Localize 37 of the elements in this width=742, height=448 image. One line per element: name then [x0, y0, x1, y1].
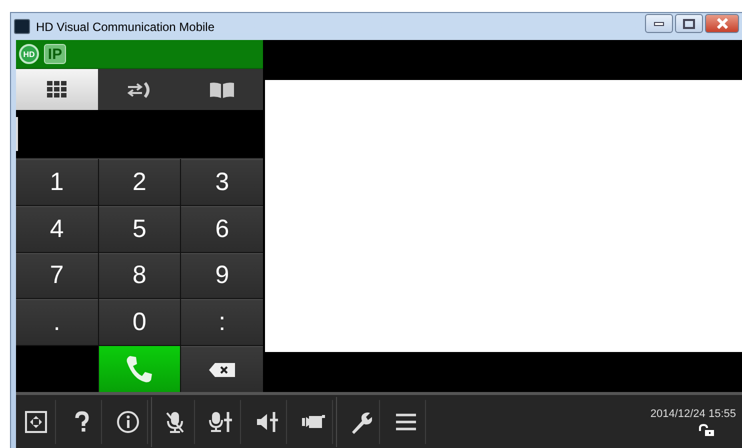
transfer-tab[interactable]	[98, 69, 181, 110]
close-button[interactable]	[705, 14, 739, 33]
dial-key[interactable]: 1	[16, 159, 98, 205]
dial-key[interactable]: 9	[181, 252, 263, 298]
app-logo-icon	[14, 19, 30, 34]
book-icon	[208, 82, 235, 98]
minimize-icon	[654, 22, 664, 26]
backspace-button[interactable]	[181, 346, 263, 392]
book-tab[interactable]	[180, 69, 263, 110]
maximize-icon	[683, 18, 695, 28]
dial-key[interactable]: :	[181, 299, 263, 346]
network-badge: HD	[19, 44, 39, 64]
dial-key[interactable]: 5	[98, 206, 180, 252]
microphone-level-icon	[208, 410, 232, 434]
close-icon	[716, 18, 728, 29]
dial-key[interactable]: 8	[98, 252, 180, 298]
dial-key[interactable]: 3	[181, 159, 263, 205]
ip-badge: IP	[44, 44, 66, 64]
keypad-icon	[47, 80, 68, 98]
dial-key[interactable]: .	[16, 299, 98, 346]
unlocked-padlock-icon	[698, 424, 714, 436]
dial-key[interactable]: 6	[181, 206, 263, 252]
dial-key[interactable]: 2	[98, 159, 180, 205]
dial-key[interactable]: 7	[16, 252, 98, 298]
transfer-icon	[126, 80, 152, 98]
fit-screen-icon	[24, 410, 48, 434]
info-icon	[116, 410, 140, 434]
window-title: HD Visual Communication Mobile	[36, 20, 215, 34]
dial-key[interactable]: 4	[16, 206, 98, 252]
minimize-button[interactable]	[645, 14, 673, 33]
keypad-tab[interactable]	[16, 69, 98, 110]
dial-key[interactable]: 0	[98, 299, 180, 346]
phone-icon	[124, 354, 154, 384]
maximize-button[interactable]	[675, 14, 703, 33]
backspace-icon	[209, 362, 236, 377]
date-time: 2014/12/24 15:55	[650, 408, 736, 420]
speaker-level-icon	[254, 410, 278, 434]
